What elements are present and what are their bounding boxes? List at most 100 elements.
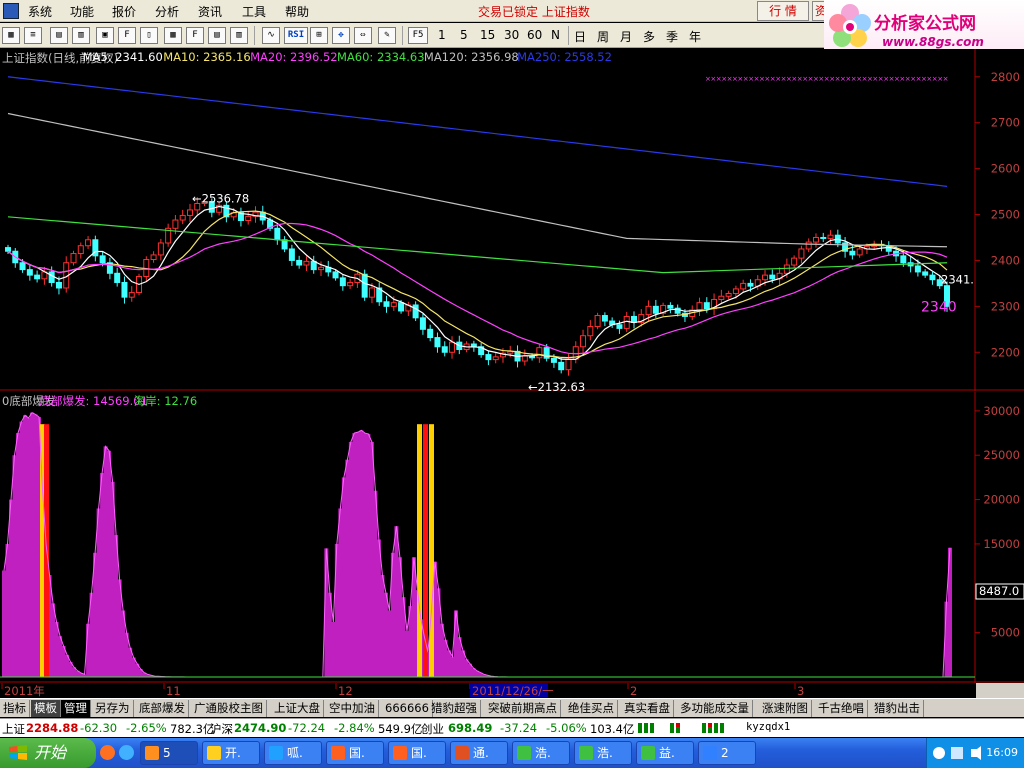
candle-body xyxy=(616,324,623,329)
indicator-bar xyxy=(334,543,339,677)
formula-icon[interactable]: F xyxy=(186,27,204,44)
ie-icon[interactable] xyxy=(119,745,134,760)
list-icon[interactable]: ≡ xyxy=(24,27,42,44)
taskbar-task[interactable]: 益. xyxy=(636,741,694,765)
period-quarter[interactable]: 季 xyxy=(666,28,678,45)
period-5min[interactable]: 5 xyxy=(460,28,468,42)
taskbar-task[interactable]: 5 xyxy=(140,741,198,765)
zoom-icon[interactable]: ⊞ xyxy=(310,27,328,44)
period-week[interactable]: 周 xyxy=(597,28,609,45)
quote-button[interactable]: 行 情 xyxy=(757,1,809,21)
indicator-bar xyxy=(54,622,59,677)
formula-tab[interactable]: 指标 xyxy=(0,700,30,717)
grid-icon[interactable]: ▤ xyxy=(50,27,68,44)
candle-body xyxy=(580,335,587,348)
menu-analysis[interactable]: 分析 xyxy=(155,3,179,20)
formula-tab[interactable]: 广通股校主图 xyxy=(191,700,267,717)
document-icon[interactable]: ▯ xyxy=(140,27,158,44)
menu-quote[interactable]: 报价 xyxy=(112,3,136,20)
indicator-bar xyxy=(352,433,357,677)
period-1min[interactable]: 1 xyxy=(438,28,446,42)
period-month[interactable]: 月 xyxy=(620,28,632,45)
candle-body xyxy=(34,274,41,280)
formula-tab[interactable]: 666666 xyxy=(382,700,433,717)
low-annotation: ←2132.63 xyxy=(528,380,585,391)
taskbar-task[interactable]: 2 xyxy=(698,741,756,765)
open-icon[interactable]: ▦ xyxy=(2,27,20,44)
taskbar-task[interactable]: 浩. xyxy=(512,741,570,765)
formula-tab[interactable]: 上证大盘 xyxy=(271,700,324,717)
pan-icon[interactable]: ⇔ xyxy=(354,27,372,44)
period-15min[interactable]: 15 xyxy=(480,28,495,42)
candle-body xyxy=(718,295,725,300)
candle-body xyxy=(332,271,339,279)
refresh-icon[interactable]: F5 xyxy=(408,27,428,44)
candle-body xyxy=(245,215,252,221)
period-day[interactable]: 日 xyxy=(574,28,586,45)
formula-tab[interactable]: 涨速附图 xyxy=(759,700,812,717)
move-icon[interactable]: ✥ xyxy=(332,27,350,44)
candle-body xyxy=(740,282,747,290)
taskbar-task[interactable]: 通. xyxy=(450,741,508,765)
window-title: 交易已锁定 上证指数 xyxy=(478,5,590,19)
period-30min[interactable]: 30 xyxy=(504,28,519,42)
formula-tab[interactable]: 空中加油 xyxy=(326,700,379,717)
rsi-icon[interactable]: RSI xyxy=(284,27,308,44)
menu-news[interactable]: 资讯 xyxy=(198,3,222,20)
indicator-bar xyxy=(366,433,371,677)
taskbar-task[interactable]: 开. xyxy=(202,741,260,765)
browser-icon[interactable] xyxy=(100,745,115,760)
taskbar-task[interactable]: 呱. xyxy=(264,741,322,765)
indicator-chart[interactable]: 300002500020000150001000050008487.0 xyxy=(0,392,1024,683)
formula-tab[interactable]: 千古绝唱 xyxy=(815,700,868,717)
toolbar-separator xyxy=(254,26,255,45)
task-app-icon xyxy=(579,746,593,760)
indicator-bar xyxy=(2,570,6,677)
sheet-icon[interactable]: ▤ xyxy=(208,27,226,44)
line-chart-icon[interactable]: ∿ xyxy=(262,27,280,44)
app-icon[interactable] xyxy=(3,3,19,19)
date-label: 2011/12/26/一 xyxy=(472,684,554,698)
taskbar-task[interactable]: 国. xyxy=(326,741,384,765)
formula-tab[interactable]: 另存为 xyxy=(92,700,134,717)
period-multi[interactable]: 多 xyxy=(643,28,655,45)
menu-help[interactable]: 帮助 xyxy=(285,3,309,20)
candle-body xyxy=(558,361,565,371)
start-label: 开始 xyxy=(34,743,67,762)
data-icon[interactable]: ▦ xyxy=(164,27,182,44)
start-button[interactable]: 开始 xyxy=(0,738,96,768)
fund-icon[interactable]: F xyxy=(118,27,136,44)
indicator-bar xyxy=(355,432,360,677)
report-icon[interactable]: ▣ xyxy=(96,27,114,44)
period-60min[interactable]: 60 xyxy=(527,28,542,42)
price-chart[interactable]: 2800 2700 2600 2500 2400 2300 2200 × × × × × × × × × × × ×… xyxy=(0,49,1024,391)
menu-tools[interactable]: 工具 xyxy=(242,3,266,20)
formula-tab[interactable]: 绝佳买点 xyxy=(565,700,618,717)
formula-tab[interactable]: 多功能成交量 xyxy=(677,700,753,717)
indicator-bar xyxy=(359,430,364,677)
period-year[interactable]: 年 xyxy=(689,28,701,45)
candle-body xyxy=(150,254,157,261)
draw-icon[interactable]: ✎ xyxy=(378,27,396,44)
formula-tab[interactable]: 模板 xyxy=(31,700,61,717)
formula-tab[interactable]: 猎豹超强 xyxy=(428,700,481,717)
input-method-label: kyzqdx1 xyxy=(746,721,791,733)
menu-system[interactable]: 系统 xyxy=(28,3,52,20)
taskbar-task[interactable]: 浩. xyxy=(574,741,632,765)
formula-tab[interactable]: 真实看盘 xyxy=(621,700,674,717)
candle-body xyxy=(26,269,33,276)
table-icon[interactable]: ▥ xyxy=(72,27,90,44)
menu-function[interactable]: 功能 xyxy=(70,3,94,20)
taskbar-task[interactable]: 国. xyxy=(388,741,446,765)
indicator-bg xyxy=(0,392,1024,683)
chart-icon[interactable]: ▥ xyxy=(230,27,248,44)
formula-tab[interactable]: 突破前期高点 xyxy=(485,700,561,717)
period-n[interactable]: N xyxy=(551,28,560,42)
formula-tab[interactable]: 底部爆发 xyxy=(136,700,189,717)
date-label: 2 xyxy=(630,684,637,698)
indicator-bar xyxy=(383,592,388,677)
date-label: 2011年 xyxy=(4,684,45,698)
index-name: 上证 xyxy=(2,722,25,736)
formula-tab[interactable]: 管理 xyxy=(61,700,91,717)
formula-tab[interactable]: 猎豹出击 xyxy=(871,700,924,717)
